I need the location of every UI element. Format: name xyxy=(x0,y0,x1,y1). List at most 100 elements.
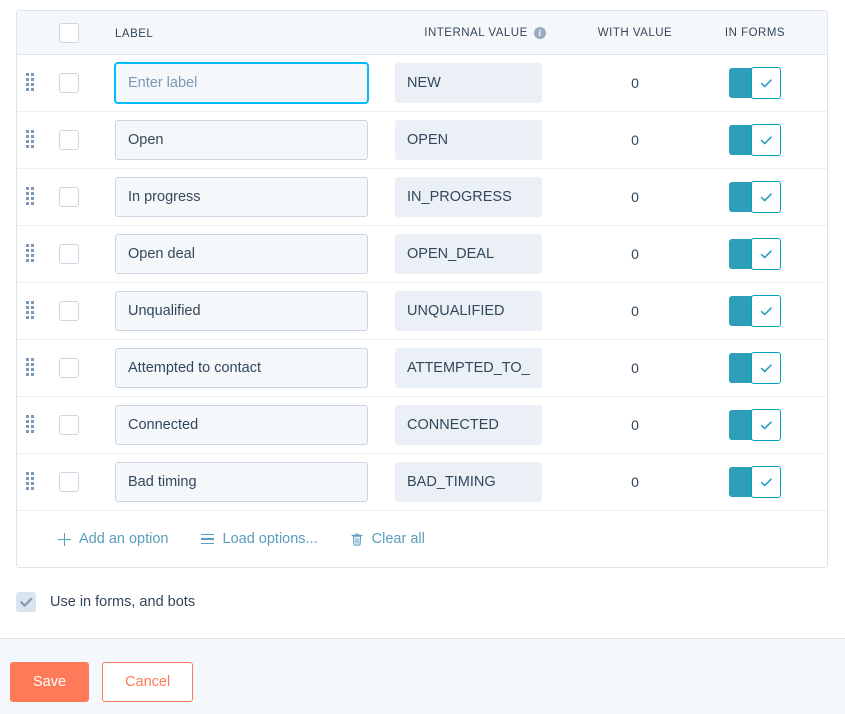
label-input[interactable] xyxy=(115,462,368,502)
table-row: NEW 0 xyxy=(17,55,827,112)
row-label-cell xyxy=(95,120,395,160)
row-handle-cell xyxy=(17,73,43,93)
clear-all-label: Clear all xyxy=(372,531,425,547)
add-an-option-button[interactable]: Add an option xyxy=(57,531,169,547)
load-options-button[interactable]: Load options... xyxy=(201,531,318,547)
row-checkbox[interactable] xyxy=(59,415,79,435)
internal-value-field[interactable]: IN_PROGRESS xyxy=(395,177,542,217)
with-value-count: 0 xyxy=(631,360,639,376)
row-with-value-cell: 0 xyxy=(575,303,695,319)
row-in-forms-cell xyxy=(695,182,815,212)
label-input[interactable] xyxy=(115,291,368,331)
list-icon xyxy=(201,531,215,547)
toggle-knob xyxy=(751,181,781,213)
toggle-knob xyxy=(751,352,781,384)
label-input[interactable] xyxy=(115,234,368,274)
row-internal-value-cell: ATTEMPTED_TO_ xyxy=(395,348,575,388)
toggle-knob xyxy=(751,67,781,99)
label-input[interactable] xyxy=(115,405,368,445)
use-in-forms-checkbox[interactable] xyxy=(16,592,36,612)
use-in-forms-label: Use in forms, and bots xyxy=(50,594,195,610)
select-all-checkbox[interactable] xyxy=(59,23,79,43)
cancel-button[interactable]: Cancel xyxy=(102,662,193,702)
label-input[interactable] xyxy=(115,177,368,217)
clear-all-button[interactable]: Clear all xyxy=(350,531,425,547)
drag-handle-icon[interactable] xyxy=(26,73,34,93)
in-forms-toggle[interactable] xyxy=(729,182,781,212)
save-button[interactable]: Save xyxy=(10,662,89,702)
internal-value-field[interactable]: OPEN_DEAL xyxy=(395,234,542,274)
row-select-cell xyxy=(43,472,95,492)
with-value-count: 0 xyxy=(631,303,639,319)
internal-value-field[interactable]: UNQUALIFIED xyxy=(395,291,542,331)
label-input[interactable] xyxy=(115,348,368,388)
in-forms-toggle[interactable] xyxy=(729,410,781,440)
drag-handle-icon[interactable] xyxy=(26,415,34,435)
row-with-value-cell: 0 xyxy=(575,246,695,262)
row-label-cell xyxy=(95,462,395,502)
with-value-count: 0 xyxy=(631,75,639,91)
check-icon xyxy=(760,363,773,374)
row-checkbox[interactable] xyxy=(59,358,79,378)
label-input[interactable] xyxy=(115,63,368,103)
row-in-forms-cell xyxy=(695,125,815,155)
info-icon[interactable]: i xyxy=(534,27,546,39)
row-checkbox[interactable] xyxy=(59,472,79,492)
in-forms-toggle[interactable] xyxy=(729,353,781,383)
drag-handle-icon[interactable] xyxy=(26,187,34,207)
check-icon xyxy=(760,78,773,89)
check-icon xyxy=(20,597,33,608)
row-in-forms-cell xyxy=(695,467,815,497)
internal-value-field[interactable]: BAD_TIMING xyxy=(395,462,542,502)
in-forms-toggle[interactable] xyxy=(729,467,781,497)
check-icon xyxy=(760,420,773,431)
table-row: ATTEMPTED_TO_ 0 xyxy=(17,340,827,397)
row-label-cell xyxy=(95,177,395,217)
internal-value-field[interactable]: OPEN xyxy=(395,120,542,160)
drag-handle-icon[interactable] xyxy=(26,244,34,264)
column-header-internal-value: INTERNAL VALUE xyxy=(424,27,528,39)
row-checkbox[interactable] xyxy=(59,73,79,93)
in-forms-toggle[interactable] xyxy=(729,68,781,98)
row-handle-cell xyxy=(17,415,43,435)
row-internal-value-cell: NEW xyxy=(395,63,575,103)
row-select-cell xyxy=(43,415,95,435)
check-icon xyxy=(760,192,773,203)
row-handle-cell xyxy=(17,358,43,378)
with-value-count: 0 xyxy=(631,474,639,490)
internal-value-field[interactable]: CONNECTED xyxy=(395,405,542,445)
in-forms-toggle[interactable] xyxy=(729,125,781,155)
header-select-all-cell xyxy=(43,23,95,43)
internal-value-field[interactable]: ATTEMPTED_TO_ xyxy=(395,348,542,388)
row-label-cell xyxy=(95,405,395,445)
internal-value-field[interactable]: NEW xyxy=(395,63,542,103)
column-header-label: LABEL xyxy=(115,28,153,40)
row-in-forms-cell xyxy=(695,410,815,440)
toggle-knob xyxy=(751,295,781,327)
drag-handle-icon[interactable] xyxy=(26,301,34,321)
row-checkbox[interactable] xyxy=(59,187,79,207)
row-handle-cell xyxy=(17,187,43,207)
column-header-in-forms: IN FORMS xyxy=(725,27,785,39)
label-input[interactable] xyxy=(115,120,368,160)
table-row: UNQUALIFIED 0 xyxy=(17,283,827,340)
header-label-cell: LABEL xyxy=(95,24,395,42)
drag-handle-icon[interactable] xyxy=(26,358,34,378)
table-row: CONNECTED 0 xyxy=(17,397,827,454)
in-forms-toggle[interactable] xyxy=(729,296,781,326)
row-with-value-cell: 0 xyxy=(575,474,695,490)
row-checkbox[interactable] xyxy=(59,301,79,321)
row-select-cell xyxy=(43,244,95,264)
row-label-cell xyxy=(95,348,395,388)
row-internal-value-cell: UNQUALIFIED xyxy=(395,291,575,331)
drag-handle-icon[interactable] xyxy=(26,130,34,150)
row-checkbox[interactable] xyxy=(59,244,79,264)
row-with-value-cell: 0 xyxy=(575,417,695,433)
row-in-forms-cell xyxy=(695,68,815,98)
row-internal-value-cell: OPEN_DEAL xyxy=(395,234,575,274)
row-checkbox[interactable] xyxy=(59,130,79,150)
use-in-forms-row[interactable]: Use in forms, and bots xyxy=(16,592,195,612)
in-forms-toggle[interactable] xyxy=(729,239,781,269)
drag-handle-icon[interactable] xyxy=(26,472,34,492)
row-with-value-cell: 0 xyxy=(575,75,695,91)
